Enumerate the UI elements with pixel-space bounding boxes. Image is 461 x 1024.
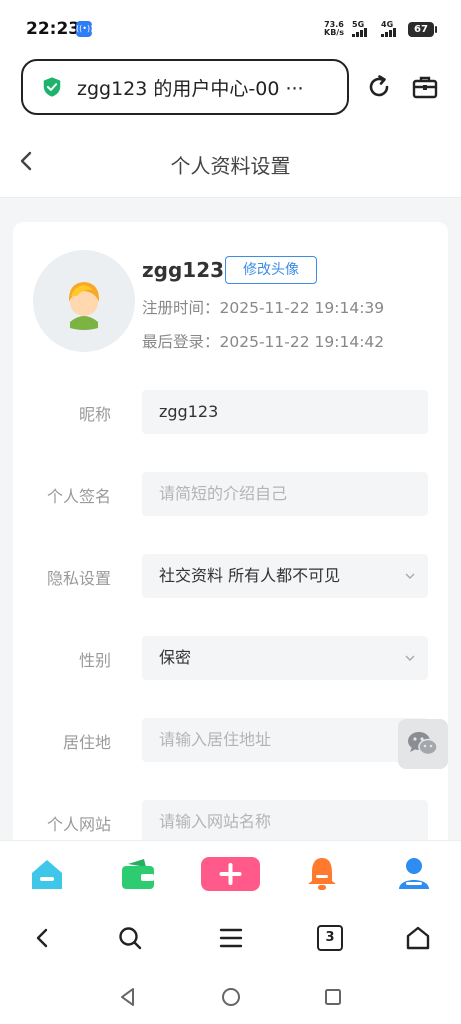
signal-icon [352, 28, 367, 37]
page-url-title: zgg123 的用户中心-00 ··· [77, 77, 304, 100]
avatar[interactable] [33, 250, 135, 352]
system-recents-icon[interactable] [322, 986, 344, 1008]
system-nav-bar [0, 970, 461, 1024]
website-row: 个人网站 请输入网站名称 [13, 800, 448, 844]
avatar-illustration-icon [68, 282, 100, 330]
wallet-icon[interactable] [118, 855, 158, 893]
user-icon[interactable] [394, 855, 434, 893]
reload-icon[interactable] [365, 73, 393, 101]
chevron-down-icon [405, 573, 415, 579]
register-time: 注册时间：2025-11-22 19:14:39 [142, 299, 385, 317]
home-page-icon[interactable] [404, 924, 432, 952]
status-bar: 22:23 ((•)) 73.6 KB/s 5G 4G 67 [0, 0, 461, 58]
system-home-icon[interactable] [220, 986, 242, 1008]
shield-check-icon [43, 77, 61, 97]
bell-icon[interactable] [302, 855, 342, 893]
gender-label: 性别 [78, 651, 111, 670]
last-login-time: 最后登录：2025-11-22 19:14:42 [142, 333, 385, 351]
signature-row: 个人签名 请简短的介绍自己 [13, 472, 448, 516]
signature-label: 个人签名 [46, 487, 111, 506]
address-bar[interactable]: zgg123 的用户中心-00 ··· [21, 59, 349, 115]
search-icon[interactable] [116, 924, 144, 952]
privacy-select[interactable]: 社交资料 所有人都不可见 [142, 554, 428, 598]
network-speed: 73.6 KB/s [324, 20, 344, 37]
tab-count-button[interactable]: 3 [317, 925, 343, 951]
username: zgg123 [142, 258, 225, 282]
residence-label: 居住地 [62, 733, 111, 752]
menu-icon[interactable] [217, 924, 245, 952]
residence-row: 居住地 请输入居住地址 [13, 718, 448, 762]
system-back-icon[interactable] [117, 986, 139, 1008]
privacy-label: 隐私设置 [46, 569, 111, 588]
wechat-icon [408, 732, 438, 756]
toolbox-icon[interactable] [411, 73, 439, 101]
browser-nav-bar: 3 [0, 906, 461, 970]
profile-card: zgg123 修改头像 注册时间：2025-11-22 19:14:39 最后登… [13, 222, 448, 862]
add-icon[interactable] [200, 855, 261, 893]
nickname-row: 昵称 zgg123 [13, 390, 448, 434]
tab-bar [0, 840, 461, 906]
page-header: 个人资料设置 [0, 124, 461, 198]
website-input[interactable]: 请输入网站名称 [142, 800, 428, 844]
wechat-float-button[interactable] [398, 719, 448, 769]
nfc-icon: ((•)) [76, 21, 93, 37]
battery-icon: 67 [408, 22, 437, 37]
status-time: 22:23 [26, 19, 81, 39]
page-title: 个人资料设置 [170, 154, 291, 178]
nickname-label: 昵称 [78, 405, 111, 424]
browser-toolbar: zgg123 的用户中心-00 ··· [0, 58, 461, 124]
gender-row: 性别 保密 [13, 636, 448, 680]
residence-input[interactable]: 请输入居住地址 [142, 718, 428, 762]
nickname-input[interactable]: zgg123 [142, 390, 428, 434]
edit-avatar-button[interactable]: 修改头像 [225, 256, 317, 284]
home-icon[interactable] [27, 855, 67, 893]
privacy-row: 隐私设置 社交资料 所有人都不可见 [13, 554, 448, 598]
chevron-down-icon [405, 655, 415, 661]
back-icon[interactable] [29, 924, 57, 952]
signature-input[interactable]: 请简短的介绍自己 [142, 472, 428, 516]
website-label: 个人网站 [46, 815, 111, 834]
gender-select[interactable]: 保密 [142, 636, 428, 680]
signal-icon [381, 28, 396, 37]
